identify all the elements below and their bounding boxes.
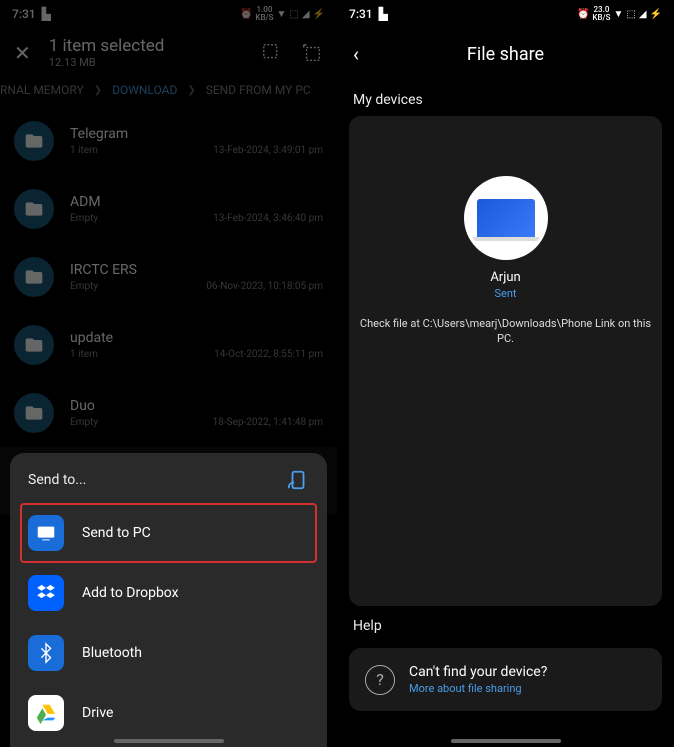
select-range-icon[interactable] [301, 42, 323, 64]
notification-icon: ▙ [379, 7, 388, 21]
status-time: 7:31 [12, 7, 36, 21]
status-bar: 7:31 ▙ ⏰ 1.00KB/S ▼ ⬚ ◢ ⚡ [0, 0, 337, 28]
question-icon: ? [365, 665, 395, 695]
help-title: Can't find your device? [409, 664, 547, 680]
battery-icon: ⚡ [313, 9, 325, 20]
battery-icon: ⚡ [650, 9, 662, 20]
sheet-title: Send to... [28, 472, 86, 488]
notification-icon: ▙ [42, 7, 51, 21]
status-bar: 7:31 ▙ ⏰ 23.0KB/S ▼ ⬚ ◢ ⚡ [337, 0, 674, 28]
device-status: Sent [494, 287, 516, 300]
device-avatar[interactable] [464, 176, 548, 260]
send-to-pc-button[interactable]: Send to PC [20, 503, 317, 563]
page-header: ‹ File share [337, 28, 674, 80]
breadcrumb: RNAL MEMORY ❯ DOWNLOAD ❯ SEND FROM MY PC [0, 77, 337, 107]
alarm-icon: ⏰ [240, 9, 252, 20]
status-time: 7:31 [349, 7, 373, 21]
signal-icon: ◢ [302, 9, 310, 20]
list-item[interactable]: DuoEmpty18-Sep-2022, 1:41:48 pm [0, 379, 337, 447]
home-indicator[interactable] [114, 739, 224, 743]
select-all-icon[interactable] [261, 42, 283, 64]
close-icon[interactable]: ✕ [14, 41, 31, 65]
wifi-icon: ▼ [613, 9, 623, 20]
folder-icon [14, 189, 54, 229]
folder-icon [14, 325, 54, 365]
help-card[interactable]: ? Can't find your device? More about fil… [349, 648, 662, 711]
alarm-icon: ⏰ [577, 9, 589, 20]
selection-title: 1 item selected [49, 36, 165, 56]
list-item[interactable]: IRCTC ERSEmpty06-Nov-2023, 10:18:05 pm [0, 243, 337, 311]
back-icon[interactable]: ‹ [353, 42, 359, 66]
breadcrumb-item[interactable]: SEND FROM MY PC [206, 83, 311, 97]
list-item[interactable]: update1 item14-Oct-2022, 8:55:11 pm [0, 311, 337, 379]
device-card: Arjun Sent Check file at C:\Users\mearj\… [349, 116, 662, 606]
help-label: Help [337, 606, 674, 642]
drive-button[interactable]: Drive [10, 683, 327, 743]
cast-icon[interactable] [287, 469, 309, 491]
drive-icon [28, 695, 64, 731]
chevron-right-icon: ❯ [94, 85, 102, 96]
share-sheet: Send to... Send to PC Add to Dropbox Blu… [10, 453, 327, 747]
folder-icon [14, 257, 54, 297]
folder-icon [14, 393, 54, 433]
dropbox-icon [28, 575, 64, 611]
help-link[interactable]: More about file sharing [409, 682, 547, 695]
dropbox-button[interactable]: Add to Dropbox [10, 563, 327, 623]
pc-icon [28, 515, 64, 551]
selection-size: 12.13 MB [49, 56, 165, 69]
bluetooth-icon [28, 635, 64, 671]
wifi-icon: ▼ [276, 9, 286, 20]
chevron-right-icon: ❯ [187, 85, 195, 96]
breadcrumb-item-active[interactable]: DOWNLOAD [112, 83, 177, 97]
section-label: My devices [337, 80, 674, 116]
list-item[interactable]: Telegram1 item13-Feb-2024, 3:49:01 pm [0, 107, 337, 175]
right-screen: 7:31 ▙ ⏰ 23.0KB/S ▼ ⬚ ◢ ⚡ ‹ File share M… [337, 0, 674, 747]
folder-icon [14, 121, 54, 161]
home-indicator[interactable] [451, 739, 561, 743]
device-path: Check file at C:\Users\mearj\Downloads\P… [359, 316, 652, 347]
page-title: File share [467, 44, 544, 65]
bluetooth-button[interactable]: Bluetooth [10, 623, 327, 683]
vowifi-icon: ⬚ [289, 9, 298, 20]
left-screen: 7:31 ▙ ⏰ 1.00KB/S ▼ ⬚ ◢ ⚡ ✕ 1 item selec… [0, 0, 337, 747]
signal-icon: ◢ [639, 9, 647, 20]
vowifi-icon: ⬚ [626, 9, 635, 20]
device-name: Arjun [490, 270, 520, 285]
list-item[interactable]: ADMEmpty13-Feb-2024, 3:46:40 pm [0, 175, 337, 243]
breadcrumb-item[interactable]: RNAL MEMORY [0, 83, 84, 97]
selection-header: ✕ 1 item selected 12.13 MB [0, 28, 337, 77]
laptop-icon [477, 199, 535, 237]
